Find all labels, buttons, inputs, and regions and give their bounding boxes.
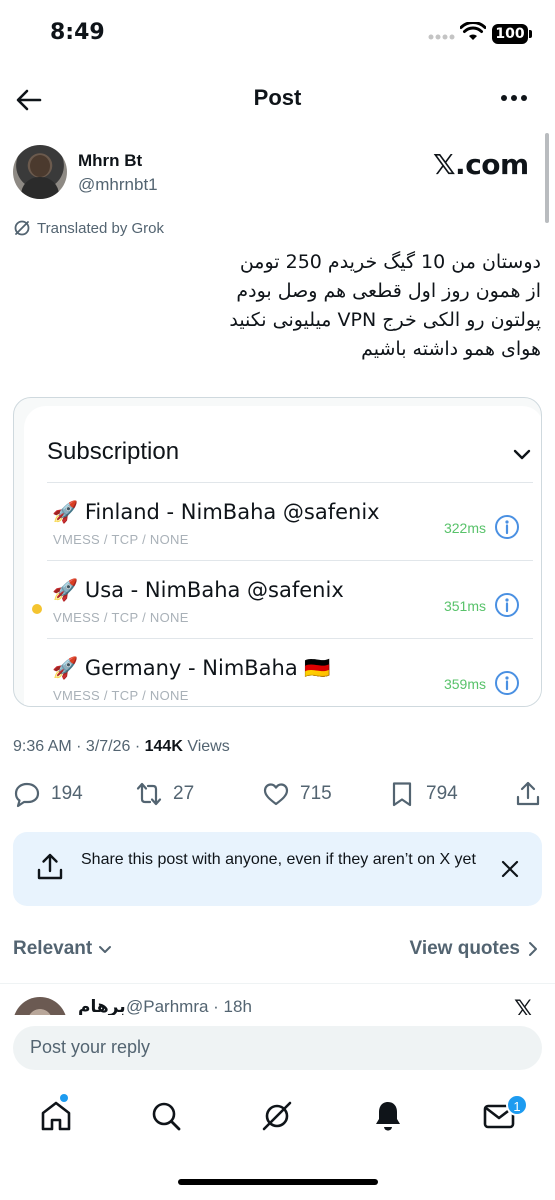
chevron-down-icon — [99, 946, 112, 953]
chevron-down-icon — [513, 449, 531, 460]
author-handle[interactable]: @mhrnbt1 — [78, 175, 158, 195]
server-name: 🚀 Germany - NimBaha 🇩🇪 — [52, 656, 331, 680]
subscription-title: Subscription — [47, 438, 180, 465]
reply-preview[interactable]: برهام @Parhmra · 18h 𝕏 — [0, 985, 555, 1015]
home-indicator — [178, 1179, 378, 1185]
post-text-line: هوای همو داشته باشیم — [361, 338, 541, 360]
share-button[interactable] — [514, 780, 542, 808]
bookmark-count: 794 — [426, 783, 458, 804]
home-notification-dot — [60, 1094, 68, 1102]
post-media-image[interactable]: Subscription 🚀 Finland - NimBaha @safeni… — [13, 397, 542, 707]
search-icon[interactable] — [148, 1098, 184, 1134]
post-timestamp-views: 9:36 AM · 3/7/26 · 144K Views — [13, 738, 230, 756]
reply-author-name: برهام — [78, 997, 126, 1015]
heart-icon — [263, 783, 289, 806]
chevron-right-icon — [529, 942, 537, 956]
share-banner-text: Share this post with anyone, even if the… — [81, 851, 476, 868]
post-text-line: از همون روز اول قطعی هم وصل بودم — [236, 280, 541, 302]
views-count: 144K — [144, 738, 183, 755]
server-row: 🚀 Germany - NimBaha 🇩🇪 VMESS / TCP / NON… — [24, 646, 541, 706]
server-ping: 351ms — [443, 598, 486, 614]
author-name[interactable]: Mhrn Bt — [78, 151, 142, 171]
server-ping: 359ms — [443, 676, 486, 692]
messages-badge: 1 — [506, 1094, 528, 1116]
avatar-head-shape — [30, 155, 50, 177]
like-count: 715 — [300, 783, 332, 804]
post-text: دوستان من 10 گیگ خریدم 250 تومن از همون … — [21, 248, 541, 364]
reply-input[interactable]: Post your reply — [30, 1037, 150, 1058]
avatar-body-shape — [21, 177, 59, 199]
divider — [47, 560, 533, 561]
view-quotes-link[interactable]: View quotes — [409, 938, 538, 960]
sort-relevant-dropdown[interactable]: Relevant — [13, 938, 112, 960]
repost-count: 27 — [173, 783, 195, 804]
view-quotes-label: View quotes — [409, 938, 520, 959]
scrollbar[interactable] — [545, 133, 549, 223]
bookmark-icon — [392, 782, 412, 807]
info-icon — [495, 515, 519, 539]
grok-icon — [14, 220, 30, 236]
post-author: Mhrn Bt @mhrnbt1 𝕏.com — [13, 145, 543, 205]
avatar[interactable] — [13, 145, 67, 199]
info-icon — [495, 593, 519, 617]
divider — [47, 638, 533, 639]
grok-icon[interactable] — [259, 1098, 295, 1134]
more-options-icon[interactable] — [500, 91, 528, 105]
translated-by-grok[interactable]: Translated by Grok — [13, 219, 164, 237]
wifi-icon — [460, 22, 486, 40]
x-logo-icon: 𝕏 — [514, 995, 534, 1015]
notifications-bell-icon[interactable] — [370, 1098, 406, 1134]
reply-icon — [14, 782, 40, 808]
avatar[interactable] — [13, 997, 67, 1015]
server-row: 🚀 Usa - NimBaha @safenix VMESS / TCP / N… — [24, 568, 541, 646]
server-protocol: VMESS / TCP / NONE — [53, 532, 189, 547]
share-icon — [516, 781, 540, 806]
sort-label: Relevant — [13, 938, 93, 959]
page-title: Post — [253, 85, 302, 110]
divider — [47, 482, 533, 483]
share-icon — [37, 853, 63, 880]
bookmark-button[interactable]: 794 — [388, 780, 458, 808]
info-icon — [495, 671, 519, 695]
views-label: Views — [182, 738, 230, 755]
like-button[interactable]: 715 — [262, 780, 332, 808]
subscription-card: Subscription 🚀 Finland - NimBaha @safeni… — [24, 406, 541, 706]
reply-author-handle: @Parhmra · 18h — [126, 997, 252, 1015]
server-ping: 322ms — [443, 520, 486, 536]
battery-indicator: 100 — [492, 24, 528, 44]
x-watermark: 𝕏.com — [433, 148, 529, 181]
post-text-line: دوستان من 10 گیگ خریدم 250 تومن — [239, 251, 541, 273]
server-row: 🚀 Finland - NimBaha @safenix VMESS / TCP… — [24, 490, 541, 568]
reply-count: 194 — [51, 783, 83, 804]
status-bar: 8:49 100 — [0, 0, 555, 70]
repost-icon — [136, 782, 162, 806]
server-protocol: VMESS / TCP / NONE — [53, 688, 189, 703]
cellular-signal-icon — [428, 34, 455, 40]
home-icon[interactable] — [38, 1098, 74, 1134]
post-text-line: پولتون رو الکی خرج VPN میلیونی نکنید — [229, 309, 541, 331]
active-server-dot — [32, 604, 42, 614]
battery-tip — [529, 30, 532, 38]
reply-button[interactable]: 194 — [13, 780, 83, 808]
replies-sort-row: Relevant View quotes — [13, 935, 542, 963]
server-protocol: VMESS / TCP / NONE — [53, 610, 189, 625]
server-name: 🚀 Finland - NimBaha @safenix — [52, 500, 380, 524]
post-time: 9:36 AM · 3/7/26 · — [13, 738, 145, 755]
bottom-navigation: 1 — [0, 1090, 555, 1150]
repost-button[interactable]: 27 — [135, 780, 194, 808]
share-banner[interactable]: Share this post with anyone, even if the… — [13, 832, 542, 906]
divider — [0, 983, 555, 984]
close-icon[interactable] — [500, 859, 520, 879]
server-name: 🚀 Usa - NimBaha @safenix — [52, 578, 344, 602]
translated-label: Translated by Grok — [37, 219, 164, 237]
reply-composer[interactable]: Post your reply — [13, 1026, 542, 1070]
top-navigation-bar: Post — [0, 75, 555, 123]
post-actions: 194 27 715 794 — [0, 780, 555, 812]
status-time: 8:49 — [50, 20, 105, 45]
